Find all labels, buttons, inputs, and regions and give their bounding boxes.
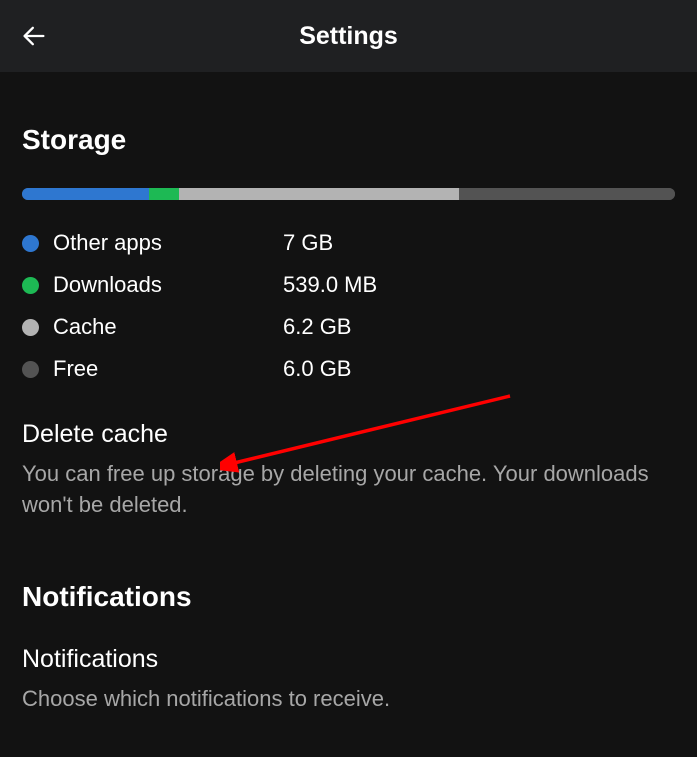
delete-cache-label: Delete cache <box>22 420 675 449</box>
legend-row-downloads: Downloads 539.0 MB <box>22 272 675 298</box>
header: Settings <box>0 0 697 72</box>
notifications-desc: Choose which notifications to receive. <box>22 684 675 715</box>
legend-value: 6.2 GB <box>283 314 351 340</box>
legend-label: Other apps <box>53 230 283 256</box>
legend-value: 7 GB <box>283 230 333 256</box>
notifications-section-title: Notifications <box>22 581 675 613</box>
legend-label: Free <box>53 356 283 382</box>
storage-bar-cache <box>179 188 460 200</box>
delete-cache-desc: You can free up storage by deleting your… <box>22 459 675 521</box>
delete-cache-item[interactable]: Delete cache You can free up storage by … <box>22 420 675 521</box>
legend-label: Cache <box>53 314 283 340</box>
storage-section-title: Storage <box>22 124 675 156</box>
back-button[interactable] <box>18 20 50 52</box>
legend-row-cache: Cache 6.2 GB <box>22 314 675 340</box>
page-title: Settings <box>0 22 697 51</box>
storage-bar-free <box>459 188 674 200</box>
content: Storage Other apps 7 GB Downloads 539.0 … <box>0 124 697 714</box>
notifications-item[interactable]: Notifications Choose which notifications… <box>22 645 675 715</box>
legend-dot-icon <box>22 361 39 378</box>
legend-label: Downloads <box>53 272 283 298</box>
notifications-label: Notifications <box>22 645 675 674</box>
legend-dot-icon <box>22 319 39 336</box>
legend-value: 539.0 MB <box>283 272 377 298</box>
legend-dot-icon <box>22 235 39 252</box>
legend-value: 6.0 GB <box>283 356 351 382</box>
legend-row-free: Free 6.0 GB <box>22 356 675 382</box>
legend-dot-icon <box>22 277 39 294</box>
legend-row-other-apps: Other apps 7 GB <box>22 230 675 256</box>
storage-bar-other-apps <box>22 188 149 200</box>
back-arrow-icon <box>20 22 48 50</box>
storage-bar-downloads <box>149 188 178 200</box>
storage-bar <box>22 188 675 200</box>
